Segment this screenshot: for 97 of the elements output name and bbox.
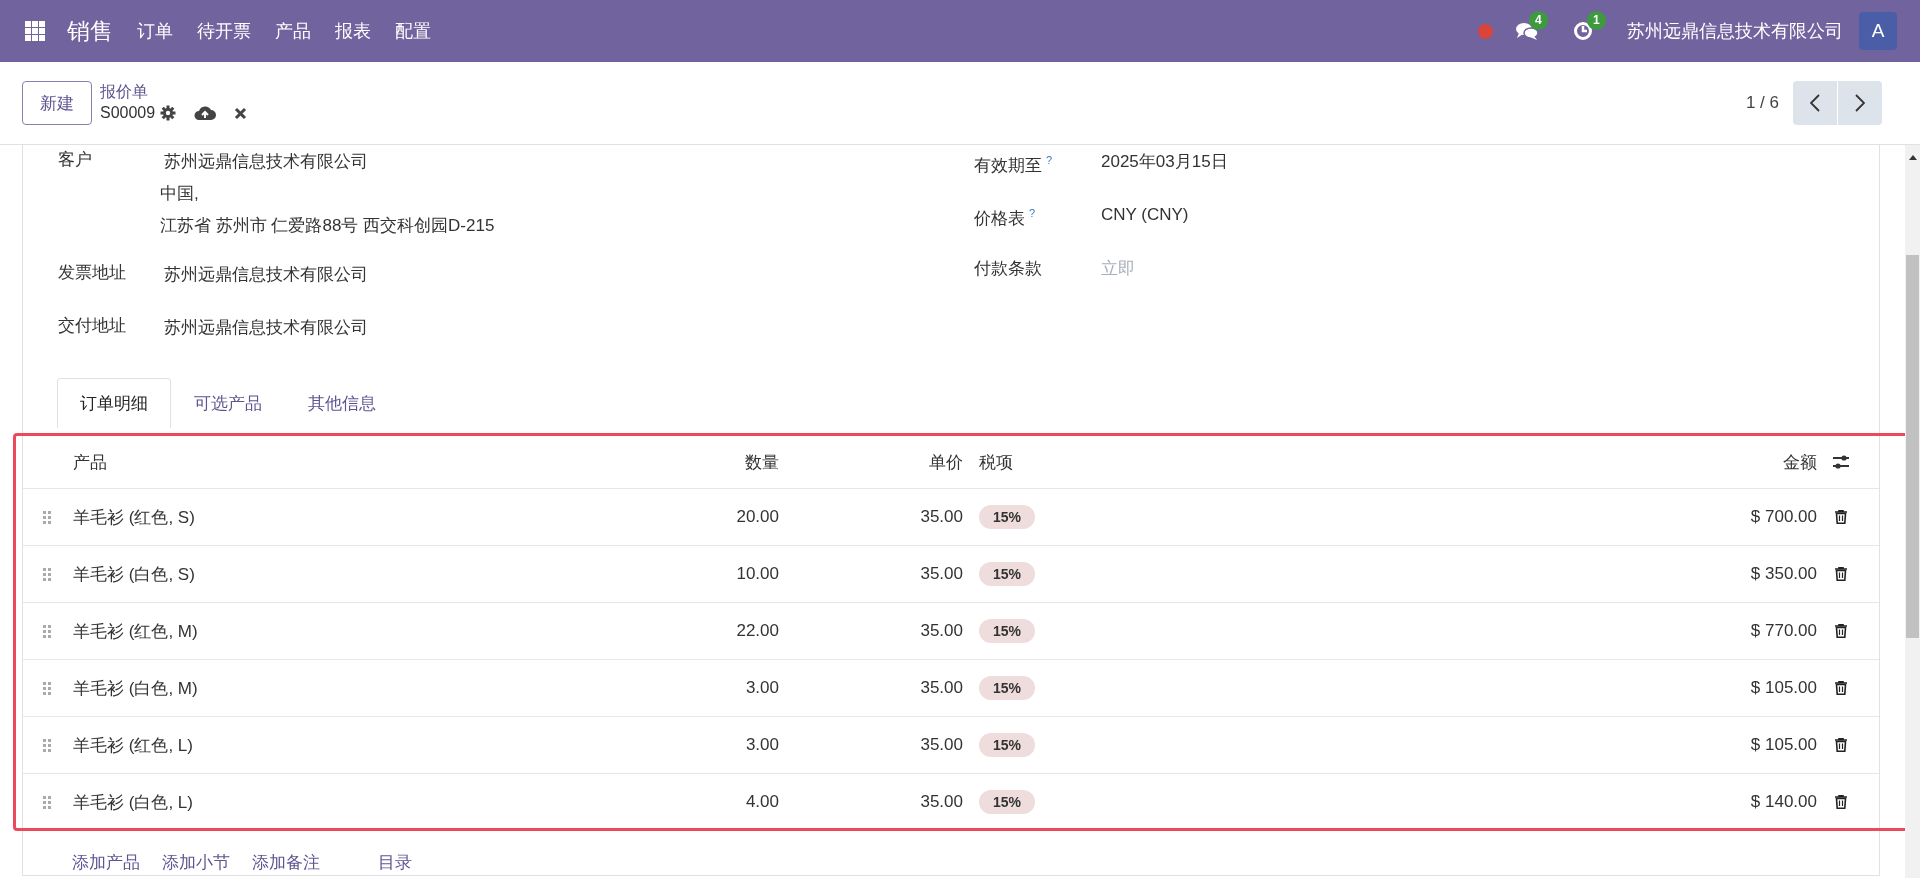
column-header[interactable]: 数量 [583, 450, 779, 474]
app-name[interactable]: 销售 [67, 15, 113, 47]
chevron-right-icon [1855, 94, 1865, 112]
drag-handle-icon[interactable] [43, 624, 51, 638]
field-value[interactable]: 中国, [160, 174, 495, 206]
table-cell-text: $ 105.00 [1749, 678, 1817, 698]
drag-handle-icon[interactable] [43, 567, 51, 581]
cloud-upload-icon[interactable] [194, 105, 217, 121]
table-cell-text: 羊毛衫 (红色, M) [72, 620, 199, 643]
breadcrumb-link[interactable]: 报价单 [100, 82, 248, 102]
column-header[interactable]: 金额 [1279, 450, 1817, 474]
table-cell-text: 羊毛衫 (红色, S) [72, 506, 196, 529]
menu-item[interactable]: 配置 [395, 19, 431, 43]
add-link[interactable]: 添加小节 [162, 851, 230, 874]
add-link[interactable]: 添加产品 [72, 851, 140, 874]
drag-handle-icon[interactable] [43, 681, 51, 695]
menu-item[interactable]: 产品 [275, 19, 311, 43]
trash-icon[interactable] [1835, 681, 1847, 695]
table-cell-text: 羊毛衫 (白色, L) [72, 791, 194, 814]
add-link[interactable]: 目录 [378, 851, 412, 874]
tax-tag: 15% [979, 790, 1036, 814]
menu-item[interactable]: 报表 [335, 19, 371, 43]
table-cell-text: $ 700.00 [1749, 507, 1817, 527]
table-cell-text: 4.00 [744, 792, 779, 812]
table-cell-text: $ 140.00 [1749, 792, 1817, 812]
trash-icon[interactable] [1835, 738, 1847, 752]
column-header[interactable]: 单价 [779, 450, 963, 474]
field-value[interactable]: 苏州远鼎信息技术有限公司 [164, 258, 368, 287]
scroll-up-icon[interactable] [1909, 155, 1917, 160]
field-value[interactable]: 苏州远鼎信息技术有限公司 [164, 145, 495, 174]
drag-handle-icon[interactable] [43, 795, 51, 809]
chevron-left-icon [1810, 94, 1820, 112]
tab[interactable]: 可选产品 [171, 378, 285, 428]
column-header[interactable]: 产品 [63, 450, 583, 474]
table-cell-text: 10.00 [735, 564, 779, 584]
field-value[interactable]: 江苏省 苏州市 仁爱路88号 西交科创园D-215 [160, 206, 495, 238]
field-label: 发票地址 [58, 262, 127, 284]
field-label: 交付地址 [58, 315, 127, 337]
tab[interactable]: 订单明细 [57, 378, 171, 428]
field-label: 价格表 [974, 208, 1025, 228]
scrollbar[interactable] [1905, 145, 1920, 878]
field-value[interactable]: CNY (CNY) [1101, 197, 1189, 227]
status-dot-icon[interactable] [1478, 23, 1493, 39]
table-cell-text: 羊毛衫 (红色, L) [72, 734, 194, 757]
field-label: 客户 [58, 149, 93, 171]
sliders-icon[interactable] [1832, 454, 1850, 470]
field-label: 付款条款 [974, 259, 1042, 279]
table-cell-text: $ 105.00 [1749, 735, 1817, 755]
drag-handle-icon[interactable] [43, 738, 51, 752]
table-cell-text: 35.00 [919, 621, 963, 641]
trash-icon[interactable] [1835, 624, 1847, 638]
company-switcher[interactable]: 苏州远鼎信息技术有限公司 [1627, 19, 1843, 43]
column-header[interactable]: 税项 [963, 450, 1279, 474]
menu-item[interactable]: 订单 [137, 19, 173, 43]
new-button[interactable]: 新建 [22, 81, 92, 125]
scrollbar-thumb[interactable] [1906, 255, 1919, 638]
pager-value: 1 / 6 [1745, 93, 1779, 113]
clock-icon[interactable] [1573, 21, 1593, 41]
previous-button[interactable] [1793, 81, 1837, 125]
table-cell-text: 羊毛衫 (白色, S) [72, 563, 196, 586]
table-cell-text: 20.00 [735, 507, 779, 527]
tab[interactable]: 其他信息 [285, 378, 399, 428]
table-cell-text: 35.00 [919, 735, 963, 755]
table-cell-text: 35.00 [919, 507, 963, 527]
menu-item[interactable]: 待开票 [197, 19, 251, 43]
table-cell-text: 3.00 [744, 678, 779, 698]
app-grid-icon[interactable] [25, 21, 45, 41]
tax-tag: 15% [979, 505, 1036, 529]
record-name: S00009 [100, 103, 156, 123]
count-badge: 4 [1529, 11, 1548, 30]
field-value[interactable]: 苏州远鼎信息技术有限公司 [164, 311, 368, 340]
table-cell-text: 35.00 [919, 678, 963, 698]
count-badge: 1 [1587, 11, 1606, 30]
field-label: 有效期至 [974, 155, 1042, 175]
tax-tag: 15% [979, 676, 1036, 700]
user-avatar[interactable]: A [1859, 12, 1897, 50]
table-cell-text: 羊毛衫 (白色, M) [72, 677, 199, 700]
drag-handle-icon[interactable] [43, 510, 51, 524]
help-tooltip[interactable]: ? [1046, 154, 1053, 166]
table-cell-text: $ 770.00 [1749, 621, 1817, 641]
table-cell-text: 35.00 [919, 792, 963, 812]
tax-tag: 15% [979, 619, 1036, 643]
next-button[interactable] [1838, 81, 1882, 125]
trash-icon[interactable] [1835, 567, 1847, 581]
help-tooltip[interactable]: ? [1029, 206, 1036, 219]
table-cell-text: $ 350.00 [1749, 564, 1817, 584]
add-link[interactable]: 添加备注 [252, 851, 320, 874]
tax-tag: 15% [979, 562, 1036, 586]
table-cell-text: 3.00 [744, 735, 779, 755]
field-value[interactable]: 2025年03月15日 [1101, 145, 1228, 174]
trash-icon[interactable] [1835, 795, 1847, 809]
trash-icon[interactable] [1835, 510, 1847, 524]
table-cell-text: 22.00 [735, 621, 779, 641]
close-icon[interactable] [234, 106, 248, 120]
table-cell-text: 35.00 [919, 564, 963, 584]
tax-tag: 15% [979, 733, 1036, 757]
gear-icon[interactable] [160, 105, 177, 121]
